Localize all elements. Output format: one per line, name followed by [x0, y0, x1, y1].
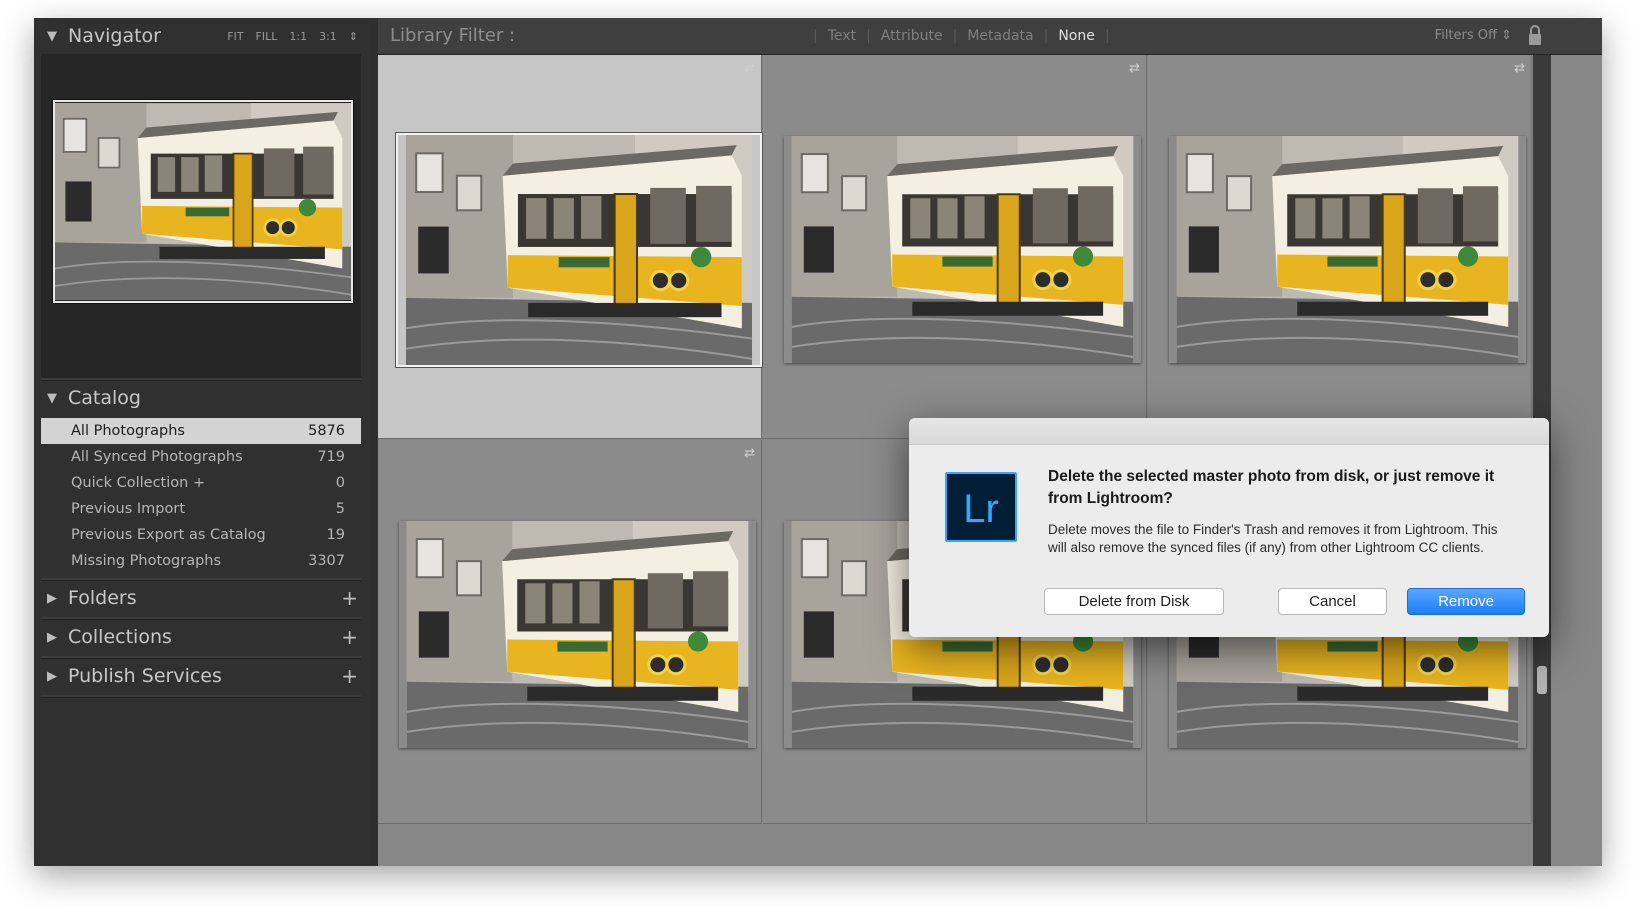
disclosure-triangle-icon[interactable]: ▼ [40, 391, 64, 406]
zoom-3-1[interactable]: 3:1 [319, 30, 337, 43]
filter-none[interactable]: None [1058, 28, 1095, 44]
zoom-fill[interactable]: FILL [256, 30, 278, 43]
sync-badge-icon: ⇄ [744, 61, 755, 76]
left-panel: ▼ Navigator FIT FILL 1:1 3:1 ⇕ ▼ Catalog… [34, 18, 370, 866]
grid-scrollbar-thumb[interactable] [1537, 666, 1547, 694]
publish-services-header[interactable]: ▶ Publish Services + [40, 658, 366, 694]
catalog-item-count: 3307 [308, 553, 345, 569]
catalog-item-all-synced-photographs[interactable]: All Synced Photographs 719 [41, 444, 361, 470]
catalog-item-all-photographs[interactable]: All Photographs 5876 [41, 418, 361, 444]
catalog-item-count: 5 [335, 501, 345, 517]
disclosure-triangle-icon[interactable]: ▼ [40, 29, 64, 44]
grid-cell[interactable]: ⇄ [763, 55, 1147, 439]
catalog-item-label: Quick Collection + [71, 475, 206, 491]
grid-cell[interactable]: ⇄ [378, 55, 762, 439]
disclosure-triangle-icon[interactable]: ▶ [40, 669, 64, 684]
disclosure-triangle-icon[interactable]: ▶ [40, 591, 64, 606]
catalog-title: Catalog [68, 387, 141, 409]
catalog-item-label: Missing Photographs [71, 553, 222, 569]
tram-photo[interactable] [784, 136, 1141, 363]
navigator-preview-photo[interactable] [53, 100, 353, 303]
tram-photo[interactable] [1169, 136, 1526, 363]
library-filter-options: | Text | Attribute | Metadata | None | [813, 28, 1110, 44]
tram-photo[interactable] [396, 133, 762, 367]
filter-metadata[interactable]: Metadata [967, 28, 1033, 44]
lock-icon[interactable] [1528, 25, 1542, 46]
catalog-item-count: 19 [326, 527, 345, 543]
publish-services-title: Publish Services [68, 665, 222, 687]
collections-title: Collections [68, 626, 172, 648]
dialog-heading: Delete the selected master photo from di… [1048, 468, 1495, 507]
grid-cell[interactable]: ⇄ [378, 440, 762, 824]
filter-attribute[interactable]: Attribute [881, 28, 943, 44]
filters-off-label: Filters Off [1434, 28, 1497, 43]
filters-off-dropdown[interactable]: Filters Off ⇕ [1435, 18, 1512, 54]
cancel-button[interactable]: Cancel [1278, 588, 1387, 615]
zoom-stepper-icon[interactable]: ⇕ [349, 30, 358, 43]
dialog-body: Delete moves the file to Finder's Trash … [1048, 522, 1498, 555]
sync-badge-icon: ⇄ [1129, 61, 1140, 76]
navigator-zoom-options: FIT FILL 1:1 3:1 ⇕ [227, 18, 358, 54]
tram-photo[interactable] [399, 521, 756, 748]
filter-text[interactable]: Text [828, 28, 856, 44]
delete-from-disk-button[interactable]: Delete from Disk [1044, 588, 1224, 615]
catalog-item-count: 719 [317, 449, 345, 465]
disclosure-triangle-icon[interactable]: ▶ [40, 630, 64, 645]
library-filter-bar: Library Filter : | Text | Attribute | Me… [378, 18, 1602, 55]
add-folder-plus-icon[interactable]: + [341, 586, 358, 610]
delete-photo-dialog: Lr Delete the selected master photo from… [909, 418, 1549, 637]
sync-badge-icon: ⇄ [1514, 61, 1525, 76]
library-filter-title: Library Filter : [390, 25, 516, 46]
catalog-item-missing-photographs[interactable]: Missing Photographs 3307 [41, 548, 361, 574]
catalog-item-previous-export[interactable]: Previous Export as Catalog 19 [41, 522, 361, 548]
catalog-item-label: Previous Export as Catalog [71, 527, 266, 543]
zoom-fit[interactable]: FIT [227, 30, 243, 43]
catalog-item-label: All Synced Photographs [71, 449, 243, 465]
panel-divider [41, 695, 361, 698]
catalog-header[interactable]: ▼ Catalog [40, 380, 366, 416]
catalog-item-count: 0 [335, 475, 345, 491]
add-publish-service-plus-icon[interactable]: + [341, 664, 358, 688]
catalog-item-previous-import[interactable]: Previous Import 5 [41, 496, 361, 522]
catalog-item-count: 5876 [308, 423, 345, 439]
lightroom-logo-icon: Lr [945, 472, 1017, 542]
catalog-item-label: Previous Import [71, 501, 186, 517]
dialog-titlebar [909, 418, 1549, 445]
remove-button[interactable]: Remove [1407, 588, 1525, 615]
catalog-list: All Photographs 5876 All Synced Photogra… [41, 418, 361, 574]
sync-badge-icon: ⇄ [744, 446, 755, 461]
navigator-header[interactable]: ▼ Navigator FIT FILL 1:1 3:1 ⇕ [40, 18, 366, 54]
navigator-title: Navigator [68, 25, 161, 47]
zoom-1-1[interactable]: 1:1 [289, 30, 307, 43]
catalog-item-label: All Photographs [71, 423, 185, 439]
collections-header[interactable]: ▶ Collections + [40, 619, 366, 655]
folders-header[interactable]: ▶ Folders + [40, 580, 366, 616]
folders-title: Folders [68, 587, 137, 609]
grid-cell[interactable]: ⇄ [1148, 55, 1532, 439]
catalog-item-quick-collection[interactable]: Quick Collection + 0 [41, 470, 361, 496]
add-collection-plus-icon[interactable]: + [341, 625, 358, 649]
navigator-preview-area [41, 54, 361, 378]
